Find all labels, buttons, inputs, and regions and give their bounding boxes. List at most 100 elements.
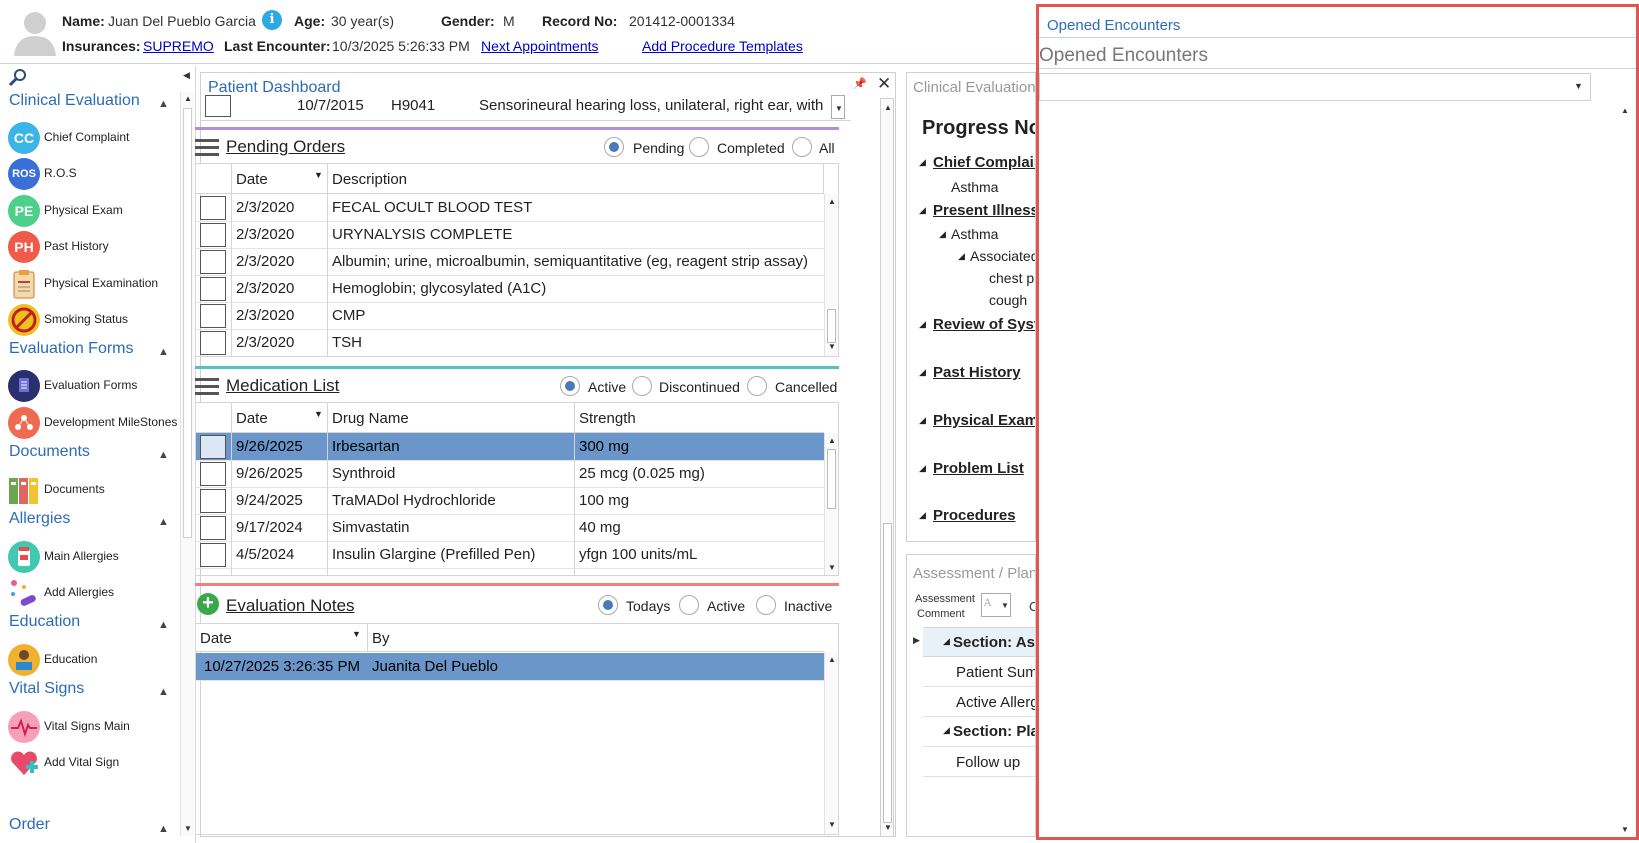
scroll-up-icon[interactable]: ▲ (828, 655, 836, 664)
filter-active-radio[interactable] (679, 595, 699, 615)
sidebar-item-past-history[interactable]: PH Past History (8, 229, 180, 263)
scroll-down-icon[interactable]: ▼ (184, 824, 192, 833)
scroll-up-icon[interactable]: ▲ (1621, 106, 1629, 115)
tree-item[interactable]: Asthma (951, 226, 998, 242)
comment-dropdown[interactable]: A ▼ (981, 593, 1011, 617)
scroll-down-icon[interactable]: ▼ (828, 342, 836, 351)
dashboard-scrollbar[interactable]: ▲ ▼ (880, 98, 894, 837)
collapse-sidebar-icon[interactable]: ◀ (183, 70, 190, 81)
sidebar-item-chief-complaint[interactable]: CC Chief Complaint (8, 120, 180, 154)
section-order[interactable]: Order (9, 816, 50, 834)
chevron-up-icon[interactable]: ▲ (158, 619, 169, 631)
close-icon[interactable]: ✕ (877, 74, 891, 94)
eval-scrollbar[interactable]: ▲ ▼ (824, 652, 838, 834)
row-checkbox[interactable] (200, 462, 226, 486)
row-checkbox[interactable] (200, 543, 226, 567)
sort-down-icon[interactable]: ▼ (314, 170, 323, 180)
filter-cancelled-radio[interactable] (747, 376, 767, 396)
menu-icon[interactable] (195, 378, 219, 396)
filter-discontinued-radio[interactable] (632, 376, 652, 396)
col-by[interactable]: By (372, 630, 390, 647)
sidebar-item-documents[interactable]: Documents (8, 472, 180, 506)
scroll-up-icon[interactable]: ▲ (828, 436, 836, 445)
table-row[interactable] (196, 568, 824, 575)
table-row[interactable]: 9/24/2025 TraMADol Hydrochloride 100 mg (196, 487, 824, 515)
expand-icon[interactable]: ◢ (943, 725, 950, 736)
tree-item[interactable]: Associated (970, 248, 1035, 264)
scrollbar-thumb[interactable] (183, 108, 192, 538)
row-checkbox[interactable] (205, 95, 231, 117)
table-row[interactable]: 2/3/2020 Albumin; urine, microalbumin, se… (196, 248, 824, 276)
table-row[interactable]: 9/26/2025 Synthroid 25 mcg (0.025 mg) (196, 460, 824, 488)
table-row[interactable]: 9/17/2024 Simvastatin 40 mg (196, 514, 824, 542)
follow-up-row[interactable]: Follow up (923, 747, 1035, 777)
info-icon[interactable]: i (262, 10, 282, 30)
expand-icon[interactable]: ◢ (939, 229, 946, 240)
medication-scrollbar[interactable]: ▲ ▼ (824, 433, 838, 575)
row-checkbox[interactable] (200, 489, 226, 513)
table-row[interactable]: 4/5/2024 Insulin Glargine (Prefilled Pen)… (196, 541, 824, 569)
expand-icon[interactable]: ◢ (919, 510, 926, 521)
expand-icon[interactable]: ◢ (919, 463, 926, 474)
table-row[interactable]: 2/3/2020 CMP (196, 302, 824, 330)
table-row[interactable]: 2/3/2020 TSH (196, 329, 824, 356)
chevron-up-icon[interactable]: ▲ (158, 823, 169, 835)
section-vital-signs[interactable]: Vital Signs (9, 680, 84, 698)
problem-list-row[interactable]: 10/7/2015 H9041 Sensorineural hearing lo… (201, 95, 851, 121)
search-icon[interactable] (8, 68, 28, 88)
sidebar-item-evaluation-forms[interactable]: Evaluation Forms (8, 368, 180, 402)
sidebar-item-main-allergies[interactable]: Main Allergies (8, 539, 180, 573)
filter-all-radio[interactable] (792, 137, 812, 157)
col-strength[interactable]: Strength (579, 410, 636, 427)
section-clinical-evaluation[interactable]: Clinical Evaluation (9, 92, 140, 110)
chevron-up-icon[interactable]: ▲ (158, 98, 169, 110)
section-plan-row[interactable]: ◢ Section: Pla (923, 717, 1035, 747)
row-checkbox[interactable] (200, 196, 226, 220)
sidebar-scrollbar[interactable]: ▲ ▼ (180, 92, 194, 836)
chevron-up-icon[interactable]: ▲ (158, 346, 169, 358)
scrollbar-thumb[interactable] (827, 449, 836, 509)
expand-icon[interactable]: ◢ (919, 205, 926, 216)
filter-active-radio[interactable] (560, 376, 580, 396)
sidebar-item-physical-examination[interactable]: Physical Examination (8, 266, 180, 300)
table-row[interactable]: 2/3/2020 URYNALYSIS COMPLETE (196, 221, 824, 249)
expand-right-icon[interactable]: ▶ (913, 635, 920, 646)
section-documents[interactable]: Documents (9, 443, 90, 461)
section-evaluation-forms[interactable]: Evaluation Forms (9, 340, 134, 358)
row-checkbox[interactable] (200, 277, 226, 301)
scroll-down-icon[interactable]: ▼ (835, 104, 843, 113)
table-row[interactable]: 2/3/2020 Hemoglobin; glycosylated (A1C) (196, 275, 824, 303)
encounter-select[interactable]: ▼ (1039, 73, 1591, 101)
pending-scrollbar[interactable]: ▲ ▼ (824, 194, 838, 356)
col-date[interactable]: Date (236, 410, 268, 427)
section-assessment-row[interactable]: ◢ Section: Ass (923, 627, 1035, 657)
scroll-up-icon[interactable]: ▲ (884, 103, 892, 112)
sidebar-item-physical-exam[interactable]: PE Physical Exam (8, 193, 180, 227)
chevron-up-icon[interactable]: ▲ (158, 516, 169, 528)
tree-chief-complaint[interactable]: Chief Complain (933, 154, 1035, 171)
add-procedure-templates-link[interactable]: Add Procedure Templates (642, 38, 803, 54)
expand-icon[interactable]: ◢ (919, 319, 926, 330)
tree-item[interactable]: chest p (989, 270, 1034, 286)
filter-inactive-radio[interactable] (756, 595, 776, 615)
section-education[interactable]: Education (9, 613, 80, 631)
col-date[interactable]: Date (200, 630, 232, 647)
row-checkbox[interactable] (200, 250, 226, 274)
patient-summary-row[interactable]: Patient Sum (923, 657, 1035, 687)
tree-problem-list[interactable]: Problem List (933, 460, 1024, 477)
filter-todays-radio[interactable] (598, 595, 618, 615)
sidebar-item-vital-signs-main[interactable]: Vital Signs Main (8, 709, 180, 743)
filter-completed-radio[interactable] (689, 137, 709, 157)
sort-down-icon[interactable]: ▼ (314, 409, 323, 419)
expand-icon[interactable]: ◢ (943, 636, 950, 647)
col-description[interactable]: Description (332, 171, 407, 188)
next-appointments-link[interactable]: Next Appointments (481, 38, 599, 54)
tree-past-history[interactable]: Past History (933, 364, 1021, 381)
col-date[interactable]: Date (236, 171, 268, 188)
insurance-link[interactable]: SUPREMO (143, 38, 214, 54)
section-allergies[interactable]: Allergies (9, 510, 70, 528)
table-row[interactable]: 2/3/2020 FECAL OCULT BLOOD TEST (196, 194, 824, 222)
expand-icon[interactable]: ◢ (958, 251, 965, 262)
tree-review-of-systems[interactable]: Review of Syst (933, 316, 1035, 333)
chevron-up-icon[interactable]: ▲ (158, 449, 169, 461)
